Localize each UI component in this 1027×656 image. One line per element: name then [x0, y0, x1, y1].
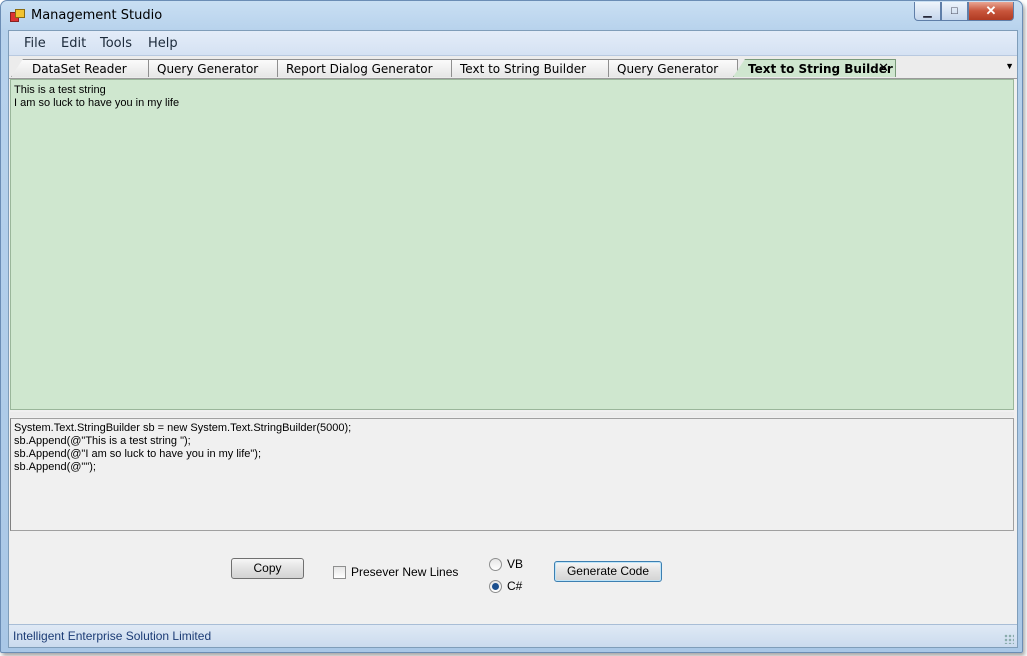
input-text-area[interactable]: This is a test string I am so luck to ha… — [10, 79, 1014, 410]
menu-bar: File Edit Tools Help — [9, 31, 1017, 56]
status-bar: Intelligent Enterprise Solution Limited — [9, 624, 1017, 647]
tab-text-to-string-builder-active[interactable]: Text to String Builder ✕ — [733, 59, 896, 77]
preserve-new-lines-checkbox[interactable] — [333, 566, 346, 579]
vb-label: VB — [507, 557, 524, 571]
chevron-down-icon[interactable]: ▼ — [1005, 61, 1014, 71]
vb-radio[interactable] — [489, 558, 502, 571]
minimize-icon: ▁ — [923, 5, 932, 18]
tab-text-to-string-builder[interactable]: Text to String Builder — [451, 59, 609, 77]
tab-label: DataSet Reader — [32, 62, 127, 76]
tab-label: Report Dialog Generator — [286, 62, 433, 76]
menu-tools[interactable]: Tools — [100, 36, 132, 51]
csharp-label: C# — [507, 579, 523, 593]
maximize-button[interactable]: □ — [941, 2, 968, 21]
close-icon[interactable]: ✕ — [878, 60, 889, 77]
tab-report-dialog-generator[interactable]: Report Dialog Generator — [277, 59, 452, 77]
status-text: Intelligent Enterprise Solution Limited — [13, 629, 212, 643]
tab-label: Text to String Builder — [748, 62, 893, 76]
menu-file[interactable]: File — [24, 36, 46, 51]
tab-query-generator[interactable]: Query Generator — [148, 59, 278, 77]
menu-edit[interactable]: Edit — [61, 36, 86, 51]
output-code-area[interactable]: System.Text.StringBuilder sb = new Syste… — [10, 418, 1014, 531]
splitter[interactable] — [10, 412, 1014, 417]
window-title: Management Studio — [31, 8, 163, 23]
csharp-radio[interactable] — [489, 580, 502, 593]
menu-help[interactable]: Help — [148, 36, 178, 51]
resize-grip-icon[interactable] — [1004, 634, 1014, 644]
close-icon: ✕ — [985, 3, 997, 18]
tab-query-generator-2[interactable]: Query Generator — [608, 59, 738, 77]
generate-code-button[interactable]: Generate Code — [554, 561, 662, 582]
tab-strip: DataSet Reader Query Generator Report Di… — [9, 56, 1017, 79]
tab-dataset-reader[interactable]: DataSet Reader — [11, 59, 149, 77]
tab-label: Text to String Builder — [460, 62, 587, 76]
minimize-button[interactable]: ▁ — [914, 2, 941, 21]
close-button[interactable]: ✕ — [968, 2, 1014, 21]
app-icon — [10, 9, 25, 22]
tab-label: Query Generator — [157, 62, 259, 76]
tab-label: Query Generator — [617, 62, 719, 76]
maximize-icon: □ — [951, 5, 958, 17]
copy-button[interactable]: Copy — [231, 558, 304, 579]
preserve-new-lines-label: Presever New Lines — [351, 565, 459, 579]
title-bar[interactable]: Management Studio ▁ □ ✕ — [1, 1, 1022, 30]
client-area: File Edit Tools Help DataSet Reader Quer… — [8, 30, 1018, 648]
app-window: Management Studio ▁ □ ✕ File Edit Tools … — [0, 0, 1023, 653]
